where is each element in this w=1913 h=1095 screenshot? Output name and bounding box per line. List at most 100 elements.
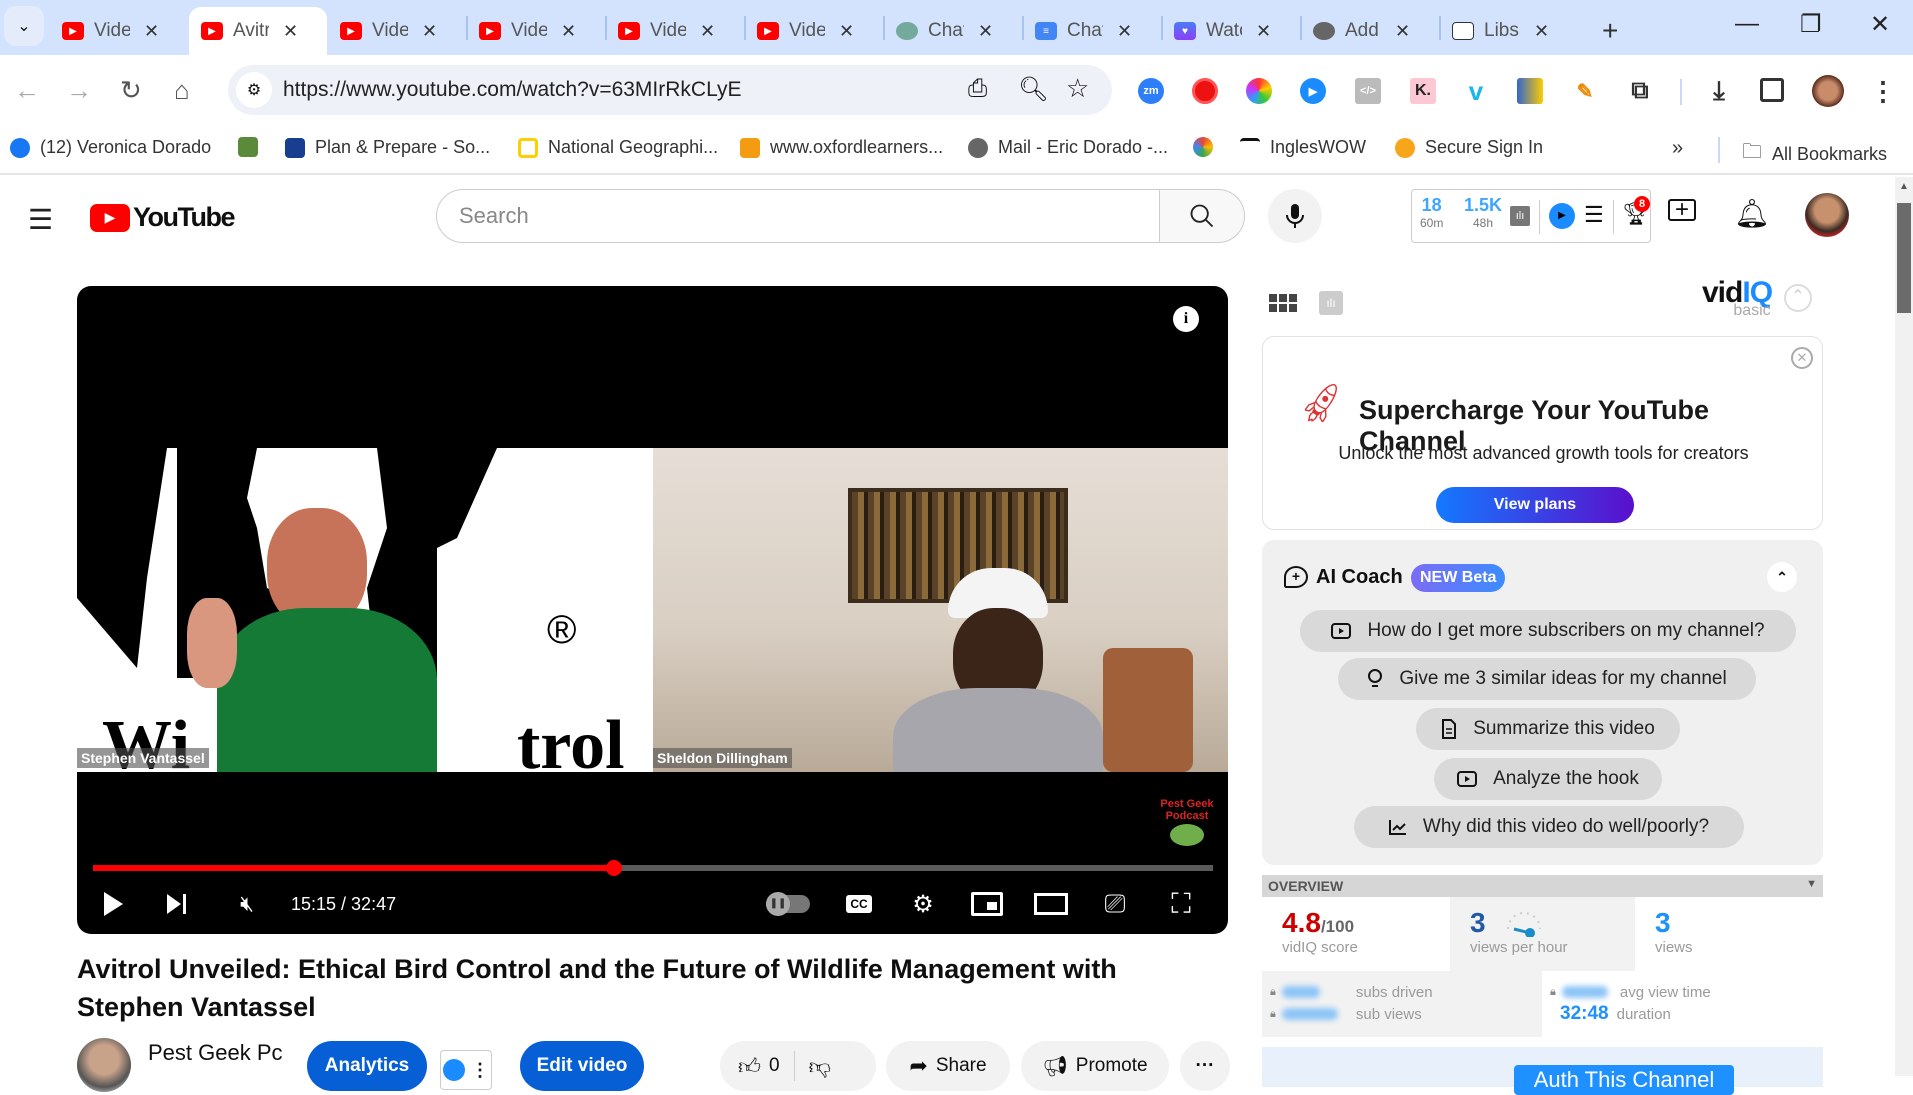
- ai-coach-collapse-button[interactable]: ⌃: [1767, 562, 1797, 592]
- vidiq-options-button[interactable]: ⋮: [440, 1050, 492, 1090]
- all-bookmarks-button[interactable]: 🗀 All Bookmarks: [1742, 137, 1887, 171]
- tab-search-button[interactable]: ⌄: [4, 6, 44, 46]
- vidiq-extension-icon[interactable]: ▶: [1300, 78, 1326, 104]
- side-panel-icon[interactable]: [1760, 78, 1784, 102]
- video-progress-bar[interactable]: [93, 860, 1213, 876]
- install-app-icon[interactable]: ⎙: [968, 75, 987, 103]
- forward-button[interactable]: →: [66, 75, 92, 106]
- ai-coach-prompt-1[interactable]: Give me 3 similar ideas for my channel: [1338, 658, 1756, 700]
- view-plans-button[interactable]: View plans: [1436, 487, 1634, 523]
- search-button[interactable]: [1159, 189, 1245, 243]
- url-text[interactable]: https://www.youtube.com/watch?v=63MIrRkC…: [283, 78, 742, 102]
- tab-6[interactable]: Chat ✕: [884, 7, 1022, 55]
- next-button[interactable]: [157, 886, 197, 922]
- analytics-button[interactable]: Analytics: [307, 1041, 427, 1091]
- ai-coach-prompt-2[interactable]: Summarize this video: [1416, 708, 1680, 750]
- zoom-extension-icon[interactable]: zm: [1138, 78, 1164, 104]
- channel-name[interactable]: Pest Geek Pc: [148, 1040, 283, 1066]
- progress-scrubber-handle[interactable]: [605, 860, 622, 876]
- scroll-thumb[interactable]: [1897, 203, 1911, 313]
- scroll-up-arrow[interactable]: ▲: [1899, 181, 1909, 192]
- tab-1[interactable]: ▶ Avitr ✕: [189, 7, 327, 55]
- zoom-icon[interactable]: 🔍︎: [1018, 75, 1048, 104]
- vidiq-logo-icon[interactable]: ▶: [1549, 203, 1575, 229]
- edit-extension-icon[interactable]: ✎: [1572, 78, 1598, 104]
- restore-button[interactable]: ❐: [1800, 10, 1822, 39]
- bookmark-globe[interactable]: Mail - Eric Dorado -...: [968, 137, 1168, 158]
- ai-coach-prompt-0[interactable]: How do I get more subscribers on my chan…: [1300, 610, 1796, 652]
- info-icon[interactable]: i: [1173, 306, 1199, 332]
- camera-extension-icon[interactable]: [1246, 78, 1272, 104]
- bookmark-ingles[interactable]: InglesWOW: [1240, 137, 1366, 158]
- download-icon[interactable]: ⤓: [1706, 75, 1732, 105]
- overview-header[interactable]: OVERVIEW ▼: [1262, 875, 1823, 897]
- kami-extension-icon[interactable]: K.: [1410, 78, 1436, 104]
- bookmark-pinwheel[interactable]: [1193, 137, 1223, 157]
- new-tab-button[interactable]: +: [1590, 7, 1630, 55]
- channel-avatar[interactable]: [77, 1038, 131, 1092]
- vidiq-grid-icon[interactable]: [1269, 294, 1297, 312]
- bookmark-natgeo[interactable]: National Geographi...: [518, 137, 718, 158]
- miniplayer-button[interactable]: [967, 886, 1007, 922]
- site-settings-icon[interactable]: ⚙: [236, 72, 272, 108]
- hamburger-menu-icon[interactable]: ☰: [28, 203, 53, 236]
- profile-avatar[interactable]: [1812, 75, 1844, 107]
- bookmark-facebook[interactable]: (12) Veronica Dorado: [10, 137, 211, 158]
- ai-coach-prompt-4[interactable]: Why did this video do well/poorly?: [1354, 806, 1744, 848]
- bookmarks-overflow-button[interactable]: »: [1672, 137, 1683, 160]
- youtube-logo[interactable]: ▶ YouTube: [90, 202, 235, 233]
- tab-8[interactable]: ♥ Watc ✕: [1162, 7, 1300, 55]
- back-button[interactable]: ←: [14, 75, 40, 106]
- close-promo-button[interactable]: ✕: [1791, 347, 1813, 369]
- vimeo-extension-icon[interactable]: v: [1463, 76, 1489, 106]
- vidiq-stat-60m[interactable]: 18 60m: [1420, 195, 1443, 230]
- autoplay-toggle[interactable]: ❚❚: [763, 886, 813, 922]
- close-window-button[interactable]: ✕: [1870, 10, 1890, 39]
- reload-button[interactable]: ↻: [120, 75, 142, 106]
- fullscreen-button[interactable]: ⛶: [1161, 886, 1201, 922]
- bookmark-tree[interactable]: [238, 137, 268, 157]
- tab-2[interactable]: ▶ Vide ✕: [328, 7, 466, 55]
- dislike-button[interactable]: 👎︎: [809, 1053, 831, 1080]
- more-actions-button[interactable]: ···: [1180, 1041, 1230, 1091]
- close-tab-icon[interactable]: ✕: [144, 21, 159, 42]
- tab-10[interactable]: K Libs ✕: [1440, 7, 1578, 55]
- theater-mode-button[interactable]: [1031, 886, 1071, 922]
- tab-9[interactable]: Add ✕: [1301, 7, 1439, 55]
- tab-0[interactable]: ▶ Vide ✕: [50, 7, 188, 55]
- share-button[interactable]: ➦ Share: [886, 1041, 1010, 1091]
- vidiq-stats-icon[interactable]: ılı: [1319, 291, 1343, 315]
- close-tab-icon[interactable]: ✕: [422, 21, 437, 42]
- vidiq-menu-icon[interactable]: ☰: [1584, 202, 1604, 228]
- bookmark-star-icon[interactable]: ☆: [1066, 73, 1089, 104]
- page-scrollbar[interactable]: ▲: [1895, 177, 1913, 1076]
- bar-chart-icon[interactable]: ılı: [1510, 206, 1530, 226]
- extensions-puzzle-icon[interactable]: ⧉: [1627, 77, 1653, 104]
- captions-button[interactable]: CC: [839, 886, 879, 922]
- minimize-button[interactable]: —: [1735, 10, 1759, 38]
- close-tab-icon[interactable]: ✕: [561, 21, 576, 42]
- bookmark-oxford[interactable]: www.oxfordlearners...: [740, 137, 943, 158]
- record-extension-icon[interactable]: [1192, 78, 1218, 104]
- close-tab-icon[interactable]: ✕: [700, 21, 715, 42]
- close-tab-icon[interactable]: ✕: [1534, 21, 1549, 42]
- play-button[interactable]: [93, 886, 133, 922]
- promote-button[interactable]: 📢︎ Promote: [1021, 1041, 1169, 1091]
- close-tab-icon[interactable]: ✕: [1395, 21, 1410, 42]
- tab-5[interactable]: ▶ Vide ✕: [745, 7, 883, 55]
- notifications-bell-icon[interactable]: 🔔︎: [1734, 197, 1770, 230]
- vidiq-stat-48h[interactable]: 1.5K 48h: [1464, 195, 1502, 230]
- auth-channel-button[interactable]: Auth This Channel: [1514, 1065, 1734, 1095]
- brain-extension-icon[interactable]: [1517, 78, 1543, 104]
- create-video-icon[interactable]: +: [1668, 198, 1696, 222]
- vidiq-collapse-button[interactable]: ⌃: [1784, 284, 1812, 312]
- settings-button[interactable]: ⚙: [903, 886, 943, 922]
- bookmark-asterisk[interactable]: Secure Sign In: [1395, 137, 1543, 158]
- chrome-menu-icon[interactable]: ⋮: [1870, 76, 1896, 106]
- close-tab-icon[interactable]: ✕: [978, 21, 993, 42]
- close-tab-icon[interactable]: ✕: [283, 21, 298, 42]
- close-tab-icon[interactable]: ✕: [1256, 21, 1271, 42]
- code-extension-icon[interactable]: </>: [1355, 78, 1381, 104]
- close-tab-icon[interactable]: ✕: [839, 21, 854, 42]
- like-button[interactable]: 👍︎ 0: [738, 1053, 780, 1080]
